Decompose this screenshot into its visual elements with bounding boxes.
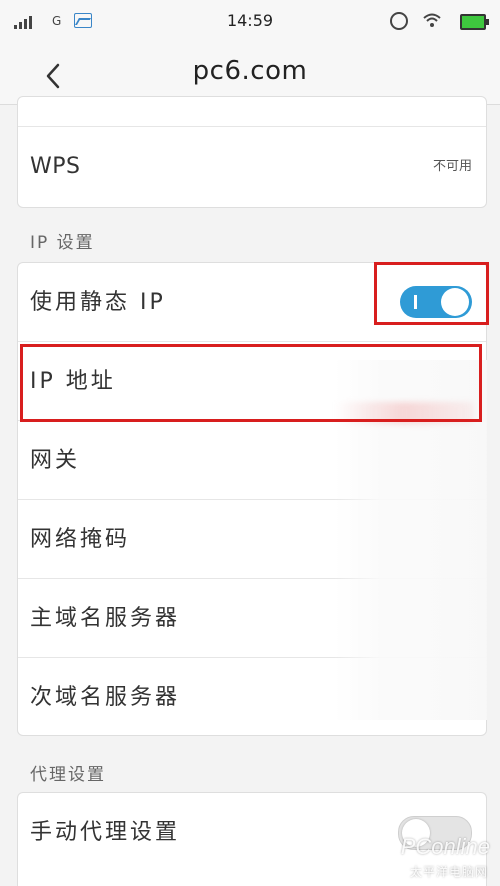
static-ip-row[interactable]: 使用静态 IP (18, 263, 486, 342)
primary-dns-row[interactable]: 主域名服务器 (18, 579, 486, 658)
manual-proxy-row[interactable]: 手动代理设置 (18, 793, 486, 872)
page-title: pc6.com (192, 56, 308, 86)
proxy-settings-header: 代理设置 (30, 765, 106, 785)
netmask-label: 网络掩码 (30, 527, 131, 552)
wifi-icon (423, 13, 441, 27)
manual-proxy-label: 手动代理设置 (30, 820, 181, 845)
toggle-knob (441, 288, 469, 316)
wps-label: WPS (30, 154, 81, 179)
gateway-row[interactable]: 网关 (18, 421, 486, 500)
gateway-label: 网关 (30, 448, 81, 473)
primary-dns-label: 主域名服务器 (30, 606, 181, 631)
ip-settings-card: 使用静态 IP IP 地址 网关 网络掩码 主域名服务器 次域名服务器 (17, 262, 487, 736)
netmask-row[interactable]: 网络掩码 (18, 500, 486, 579)
secondary-dns-label: 次域名服务器 (30, 685, 181, 710)
secondary-dns-row[interactable]: 次域名服务器 (18, 658, 486, 737)
static-ip-toggle[interactable] (400, 286, 472, 318)
wps-row[interactable]: WPS 不可用 (18, 127, 486, 206)
ip-address-row[interactable]: IP 地址 (18, 342, 486, 421)
alarm-icon (390, 12, 408, 30)
ip-address-label: IP 地址 (30, 369, 116, 394)
wps-value: 不可用 (432, 159, 472, 174)
battery-icon (460, 14, 489, 30)
wps-card: WPS 不可用 (17, 96, 487, 208)
static-ip-label: 使用静态 IP (30, 290, 166, 315)
back-button[interactable] (36, 58, 72, 94)
ip-settings-header: IP 设置 (30, 233, 95, 253)
watermark-logo: PConline (400, 834, 490, 859)
status-bar: G 14:59 (0, 0, 500, 44)
phone-screen: G 14:59 pc6.com WPS 不可用 IP 设置 使用静态 IP IP… (0, 0, 500, 886)
toggle-on-indicator (414, 295, 417, 309)
hidden-row (18, 97, 486, 127)
watermark-subtitle: 太平洋电脑网 (409, 865, 488, 879)
